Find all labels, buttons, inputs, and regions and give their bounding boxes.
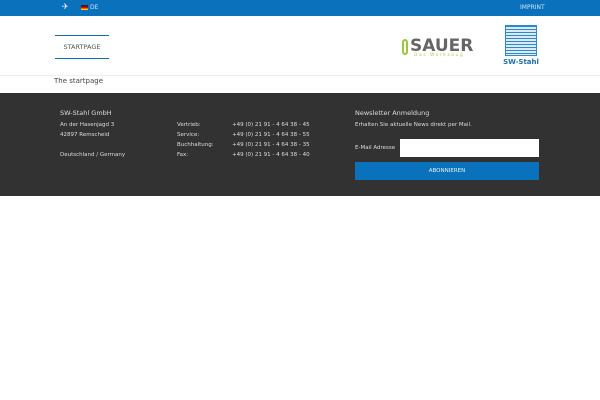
imprint-link[interactable]: IMPRINT: [520, 4, 545, 11]
newsletter-title: Newsletter Anmeldung: [355, 109, 430, 117]
subscribe-button[interactable]: ABONNIEREN: [355, 162, 539, 180]
header: STARTPAGE SAUER Das Werkzeug SW-Stahl: [0, 16, 600, 76]
address-country: Deutschland / Germany: [60, 152, 126, 158]
footer: SW-Stahl GmbH An der Hasenjagd 3 42897 R…: [0, 93, 600, 196]
contact-label: Vertrieb:: [177, 122, 201, 128]
wrench-logo-icon: [505, 25, 537, 56]
language-selector[interactable]: DE: [90, 4, 98, 11]
contact-phone[interactable]: +49 (0) 21 91 - 4 64 38 - 55: [232, 132, 310, 138]
contact-fax: +49 (0) 21 91 - 4 64 38 - 40: [232, 152, 310, 158]
address-city: 42897 Remscheid: [60, 132, 110, 138]
breadcrumb: The startpage: [54, 77, 104, 85]
email-label: E-Mail Adresse: [355, 145, 396, 151]
company-name: SW-Stahl GmbH: [60, 109, 112, 117]
sauer-logo[interactable]: SAUER Das Werkzeug: [400, 36, 476, 60]
contact-phone[interactable]: +49 (0) 21 91 - 4 64 38 - 35: [232, 142, 310, 148]
top-bar: ✈ DE IMPRINT: [0, 0, 600, 16]
world-map-icon[interactable]: ✈: [62, 3, 69, 11]
newsletter-text: Erhalten Sie aktuelle News direkt per Ma…: [355, 122, 472, 128]
address-street: An der Hasenjagd 3: [60, 122, 115, 128]
contact-phone[interactable]: +49 (0) 21 91 - 4 64 38 - 45: [232, 122, 310, 128]
sw-stahl-logo-text: SW-Stahl: [503, 58, 539, 66]
contact-label: Service:: [177, 132, 200, 138]
nav-item-startpage[interactable]: STARTPAGE: [55, 35, 109, 59]
sw-stahl-logo[interactable]: SW-Stahl: [502, 25, 540, 70]
email-input[interactable]: [400, 139, 539, 157]
sauer-logo-mark-icon: [402, 39, 408, 55]
contact-label: Fax:: [177, 152, 189, 158]
contact-label: Buchhaltung:: [177, 142, 214, 148]
sauer-logo-subtitle: Das Werkzeug: [414, 53, 465, 58]
german-flag-icon[interactable]: [81, 5, 88, 10]
